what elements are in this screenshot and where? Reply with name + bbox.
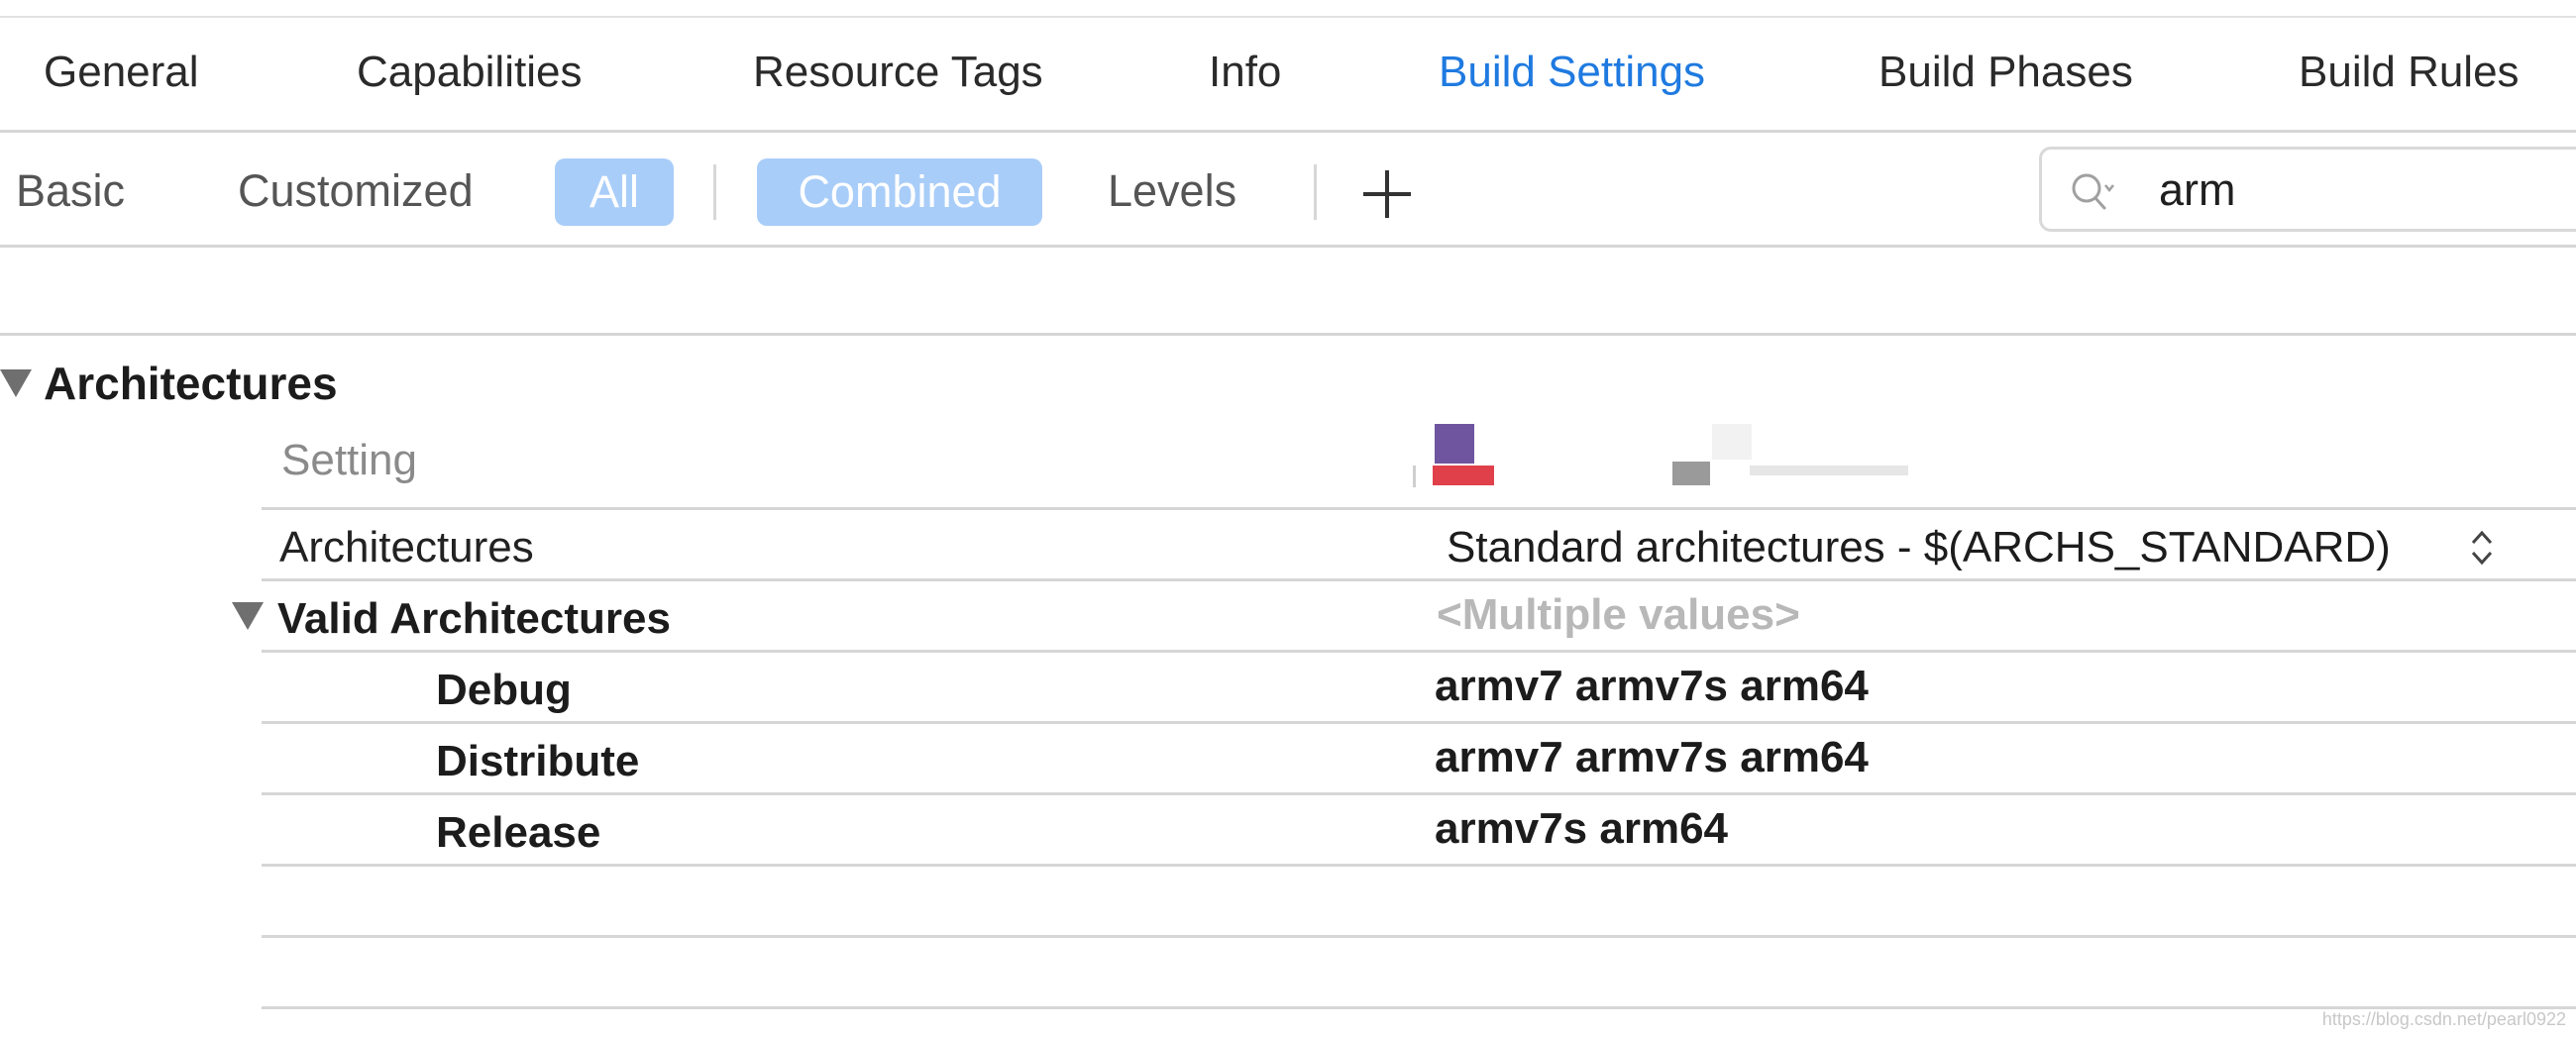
distribute-value[interactable]: armv7 armv7s arm64 xyxy=(1435,725,1869,790)
target-column-header xyxy=(1750,466,1908,475)
row-divider xyxy=(262,650,2576,653)
tab-general[interactable]: General xyxy=(44,38,199,107)
top-border xyxy=(0,16,2576,18)
valid-architectures-value[interactable]: <Multiple values> xyxy=(1437,582,1800,648)
tab-capabilities[interactable]: Capabilities xyxy=(357,38,582,107)
add-setting-button[interactable] xyxy=(1363,170,1411,218)
filter-customized[interactable]: Customized xyxy=(238,156,474,226)
target-column-header xyxy=(1712,424,1752,460)
build-settings-window: General Capabilities Resource Tags Info … xyxy=(0,0,2576,1038)
search-input[interactable]: arm xyxy=(2159,157,2236,223)
filter-basic[interactable]: Basic xyxy=(16,156,125,226)
content-top-divider xyxy=(0,333,2576,336)
row-divider xyxy=(262,507,2576,510)
row-divider xyxy=(262,721,2576,724)
filter-levels[interactable]: Levels xyxy=(1108,156,1236,226)
debug-value[interactable]: armv7 armv7s arm64 xyxy=(1435,654,1869,719)
row-divider xyxy=(262,578,2576,581)
tab-build-settings[interactable]: Build Settings xyxy=(1439,38,1705,107)
setting-column-header: Setting xyxy=(281,436,417,484)
tab-resource-tags[interactable]: Resource Tags xyxy=(753,38,1043,107)
search-field[interactable]: arm xyxy=(2039,147,2576,232)
filter-all-button[interactable]: All xyxy=(555,158,674,226)
target-icon xyxy=(1672,462,1710,485)
filter-combined-button[interactable]: Combined xyxy=(757,158,1042,226)
config-name-distribute: Distribute xyxy=(436,737,640,785)
search-icon xyxy=(2072,173,2114,210)
config-name-debug: Debug xyxy=(436,666,572,714)
row-divider xyxy=(262,792,2576,795)
section-architectures[interactable]: Architectures xyxy=(0,349,338,418)
tab-build-rules[interactable]: Build Rules xyxy=(2299,38,2520,107)
tab-info[interactable]: Info xyxy=(1209,38,1281,107)
project-icon xyxy=(1435,424,1474,464)
setting-name-architectures: Architectures xyxy=(279,523,534,571)
watermark: https://blog.csdn.net/pearl0922 xyxy=(2321,1009,2566,1029)
filter-separator xyxy=(713,164,716,220)
tab-bar-divider xyxy=(0,130,2576,133)
filter-separator xyxy=(1314,164,1317,220)
setting-name-valid-architectures: Valid Architectures xyxy=(277,594,671,643)
disclosure-triangle-icon[interactable] xyxy=(0,369,32,397)
row-divider xyxy=(262,1006,2576,1009)
disclosure-triangle-icon[interactable] xyxy=(232,602,264,630)
column-separator xyxy=(1413,466,1416,487)
project-badge-icon xyxy=(1433,466,1494,485)
config-name-release: Release xyxy=(436,808,601,857)
tab-build-phases[interactable]: Build Phases xyxy=(1878,38,2133,107)
release-value[interactable]: armv7s arm64 xyxy=(1435,796,1728,862)
section-title: Architectures xyxy=(44,358,338,409)
filter-bar-divider xyxy=(0,245,2576,248)
row-divider xyxy=(262,864,2576,867)
chevron-updown-icon[interactable] xyxy=(2467,525,2497,571)
row-divider xyxy=(262,935,2576,938)
architectures-value-popup[interactable]: Standard architectures - $(ARCHS_STANDAR… xyxy=(1447,515,2391,580)
